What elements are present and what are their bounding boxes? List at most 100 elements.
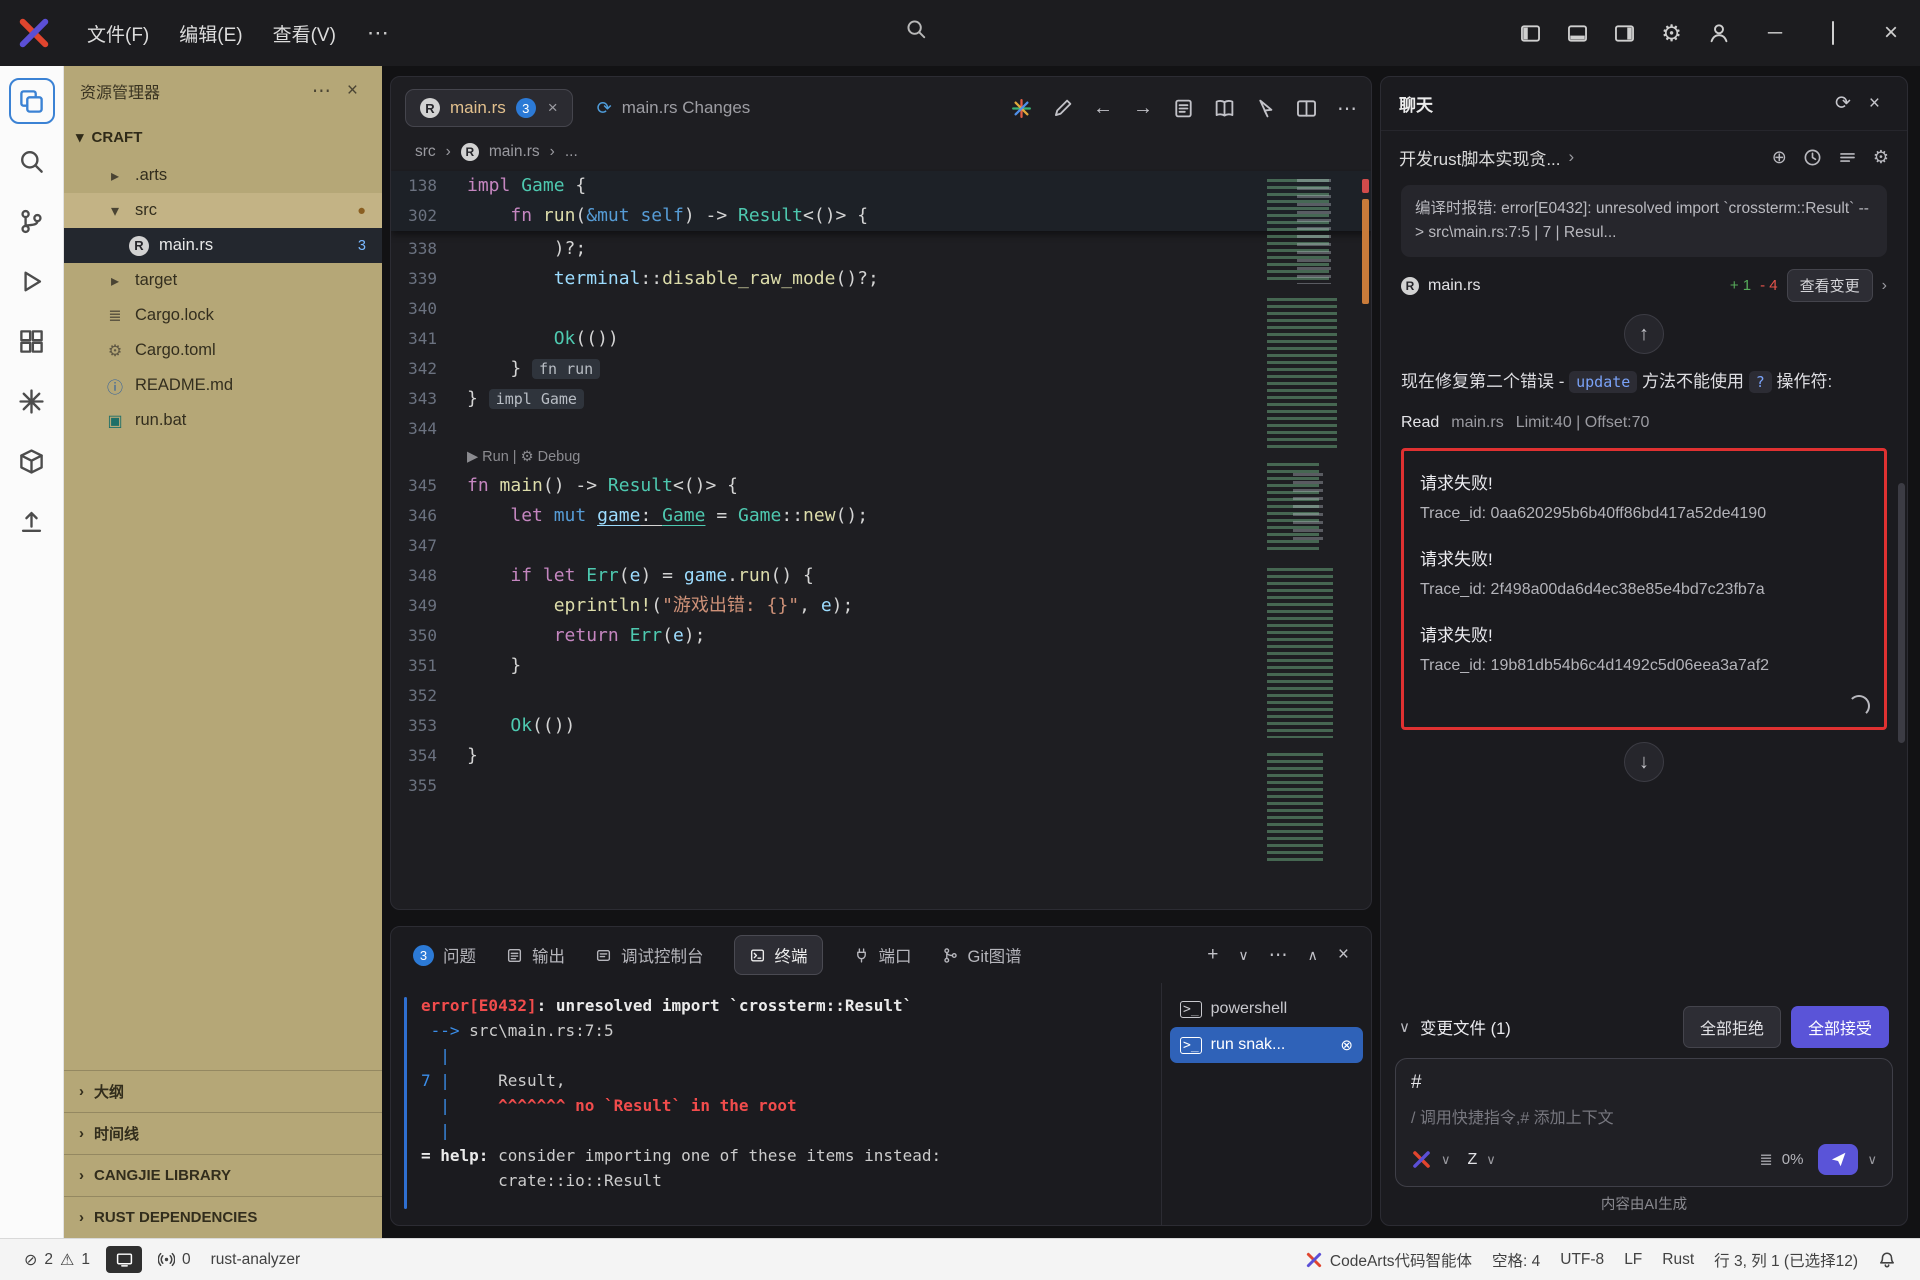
back-icon[interactable]: ←	[1093, 97, 1113, 120]
status-item[interactable]: 行 3, 列 1 (已选择12)	[1704, 1239, 1868, 1280]
chat-close-icon[interactable]: ×	[1860, 93, 1889, 115]
tab-main-rs[interactable]: R main.rs 3 ×	[405, 89, 573, 127]
remote-indicator[interactable]	[106, 1246, 142, 1273]
mcp-icon[interactable]	[1838, 148, 1857, 167]
status-item[interactable]: CodeArts代码智能体	[1295, 1239, 1482, 1280]
split-editor-icon[interactable]	[1296, 98, 1317, 119]
breadcrumb[interactable]: src › R main.rs › ...	[391, 135, 1371, 169]
new-chat-icon[interactable]: ⊕	[1772, 147, 1787, 168]
tree-item-main.rs[interactable]: Rmain.rs3	[64, 228, 382, 263]
toggle-right-panel-icon[interactable]	[1614, 23, 1635, 44]
codelens-run-debug[interactable]: ▶ Run | ⚙ Debug	[391, 444, 1371, 471]
send-button[interactable]	[1818, 1144, 1858, 1175]
scroll-down-button[interactable]: ↓	[1624, 742, 1664, 782]
model-logo-icon[interactable]	[1411, 1149, 1432, 1170]
chat-scrollbar[interactable]	[1898, 483, 1905, 743]
status-item[interactable]: LF	[1614, 1239, 1652, 1280]
panel-tab-Git图谱[interactable]: Git图谱	[942, 943, 1022, 967]
edit-icon[interactable]	[1052, 98, 1073, 119]
explorer-icon[interactable]	[9, 78, 55, 124]
problems-status[interactable]: ⊘ 2 ⚠ 1	[14, 1239, 100, 1280]
menu-more-icon[interactable]: ⋯	[351, 20, 405, 46]
forward-icon[interactable]: →	[1133, 97, 1153, 120]
status-item[interactable]: 空格: 4	[1482, 1239, 1550, 1280]
book-icon[interactable]	[1214, 98, 1235, 119]
run-debug-icon[interactable]	[9, 258, 55, 304]
workspace-root[interactable]: ▾ CRAFT	[64, 116, 382, 158]
sidebar-section-RUST DEPENDENCIES[interactable]: ›RUST DEPENDENCIES	[64, 1196, 382, 1238]
close-window-button[interactable]: ×	[1872, 19, 1910, 47]
tree-item-.arts[interactable]: ▸.arts	[64, 158, 382, 193]
model-selector[interactable]: Z	[1468, 1151, 1478, 1169]
panel-close-icon[interactable]: ×	[1338, 944, 1349, 966]
status-item[interactable]: Rust	[1652, 1239, 1704, 1280]
menu-file[interactable]: 文件(F)	[72, 12, 164, 55]
code-editor[interactable]: 138impl Game {302 fn run(&mut self) -> R…	[391, 169, 1371, 909]
chat-settings-icon[interactable]: ⚙	[1873, 147, 1889, 168]
sidebar-more-icon[interactable]: ⋯	[304, 80, 339, 103]
sidebar-section-CANGJIE LIBRARY[interactable]: ›CANGJIE LIBRARY	[64, 1154, 382, 1196]
source-control-icon[interactable]	[9, 198, 55, 244]
terminal-dropdown-icon[interactable]: ∨	[1238, 947, 1248, 964]
tree-item-Cargo.lock[interactable]: ≣Cargo.lock	[64, 298, 382, 333]
panel-more-icon[interactable]: ⋯	[1269, 944, 1288, 967]
tab-close-icon[interactable]: ×	[548, 98, 558, 118]
editor-more-icon[interactable]: ⋯	[1337, 96, 1357, 121]
chat-input[interactable]: # / 调用快捷指令,# 添加上下文 ∨ Z ∨ ≣ 0% ∨	[1395, 1058, 1893, 1187]
publish-icon[interactable]	[9, 498, 55, 544]
sidebar-close-icon[interactable]: ×	[339, 80, 366, 102]
changed-files-bar[interactable]: ∨ 变更文件 (1) 全部拒绝 全部接受	[1395, 996, 1893, 1058]
minimize-button[interactable]: ─	[1756, 22, 1794, 45]
sidebar-section-大纲[interactable]: ›大纲	[64, 1070, 382, 1112]
extensions-icon[interactable]	[9, 318, 55, 364]
accept-all-button[interactable]: 全部接受	[1791, 1006, 1889, 1048]
chat-session-row[interactable]: 开发rust脚本实现贪... › ⊕ ⚙	[1381, 131, 1907, 183]
tree-item-run.bat[interactable]: ▣run.bat	[64, 403, 382, 438]
panel-tab-问题[interactable]: 3问题	[413, 943, 476, 967]
settings-gear-icon[interactable]: ⚙	[1661, 20, 1682, 47]
terminal-session-powershell[interactable]: >_powershell	[1170, 991, 1363, 1027]
sidebar-section-时间线[interactable]: ›时间线	[64, 1112, 382, 1154]
quoted-error[interactable]: 编译时报错: error[E0432]: unresolved import `…	[1401, 185, 1887, 257]
minimap[interactable]	[1267, 173, 1353, 897]
search-icon[interactable]	[905, 18, 927, 40]
ai-sparkle-icon[interactable]	[1011, 98, 1032, 119]
tree-item-Cargo.toml[interactable]: ⚙Cargo.toml	[64, 333, 382, 368]
terminal-output[interactable]: error[E0432]: unresolved import `crosste…	[391, 983, 1161, 1225]
ai-sparkle-icon[interactable]	[9, 378, 55, 424]
new-terminal-icon[interactable]: +	[1207, 944, 1218, 966]
breadcrumb-item[interactable]: ...	[565, 143, 578, 161]
tree-item-README.md[interactable]: ⓘREADME.md	[64, 368, 382, 403]
search-panel-icon[interactable]	[9, 138, 55, 184]
chevron-right-icon[interactable]: ›	[1882, 277, 1887, 295]
maximize-button[interactable]	[1820, 22, 1846, 45]
panel-tab-终端[interactable]: 终端	[734, 935, 823, 975]
outline-icon[interactable]	[1173, 98, 1194, 119]
kill-session-icon[interactable]: ⊗	[1340, 1036, 1353, 1054]
chat-refresh-icon[interactable]: ⟳	[1826, 92, 1860, 115]
chat-input-value[interactable]: #	[1411, 1072, 1877, 1094]
chevron-down-icon[interactable]: ∨	[1486, 1152, 1496, 1168]
tree-item-src[interactable]: ▾src●	[64, 193, 382, 228]
breadcrumb-item[interactable]: main.rs	[489, 143, 540, 161]
package-icon[interactable]	[9, 438, 55, 484]
chevron-down-icon[interactable]: ∨	[1441, 1152, 1451, 1168]
notifications-bell-icon[interactable]	[1868, 1239, 1906, 1280]
view-changes-button[interactable]: 查看变更	[1787, 269, 1873, 302]
tree-item-target[interactable]: ▸target	[64, 263, 382, 298]
history-icon[interactable]	[1803, 148, 1822, 167]
file-change-row[interactable]: R main.rs + 1 - 4 查看变更 ›	[1401, 269, 1887, 302]
panel-tab-端口[interactable]: 端口	[853, 943, 912, 967]
account-icon[interactable]	[1708, 22, 1730, 44]
toggle-bottom-panel-icon[interactable]	[1567, 23, 1588, 44]
scroll-up-button[interactable]: ↑	[1624, 314, 1664, 354]
chat-messages[interactable]: 编译时报错: error[E0432]: unresolved import `…	[1381, 183, 1907, 996]
panel-tab-调试控制台[interactable]: 调试控制台	[595, 943, 704, 967]
toggle-left-panel-icon[interactable]	[1520, 23, 1541, 44]
send-options-icon[interactable]: ∨	[1867, 1152, 1877, 1168]
language-server-status[interactable]: rust-analyzer	[201, 1239, 311, 1280]
menu-edit[interactable]: 编辑(E)	[164, 12, 257, 55]
tab-main-rs-changes[interactable]: ⟳ main.rs Changes	[583, 90, 765, 127]
menu-view[interactable]: 查看(V)	[258, 12, 351, 55]
breadcrumb-item[interactable]: src	[415, 143, 436, 161]
